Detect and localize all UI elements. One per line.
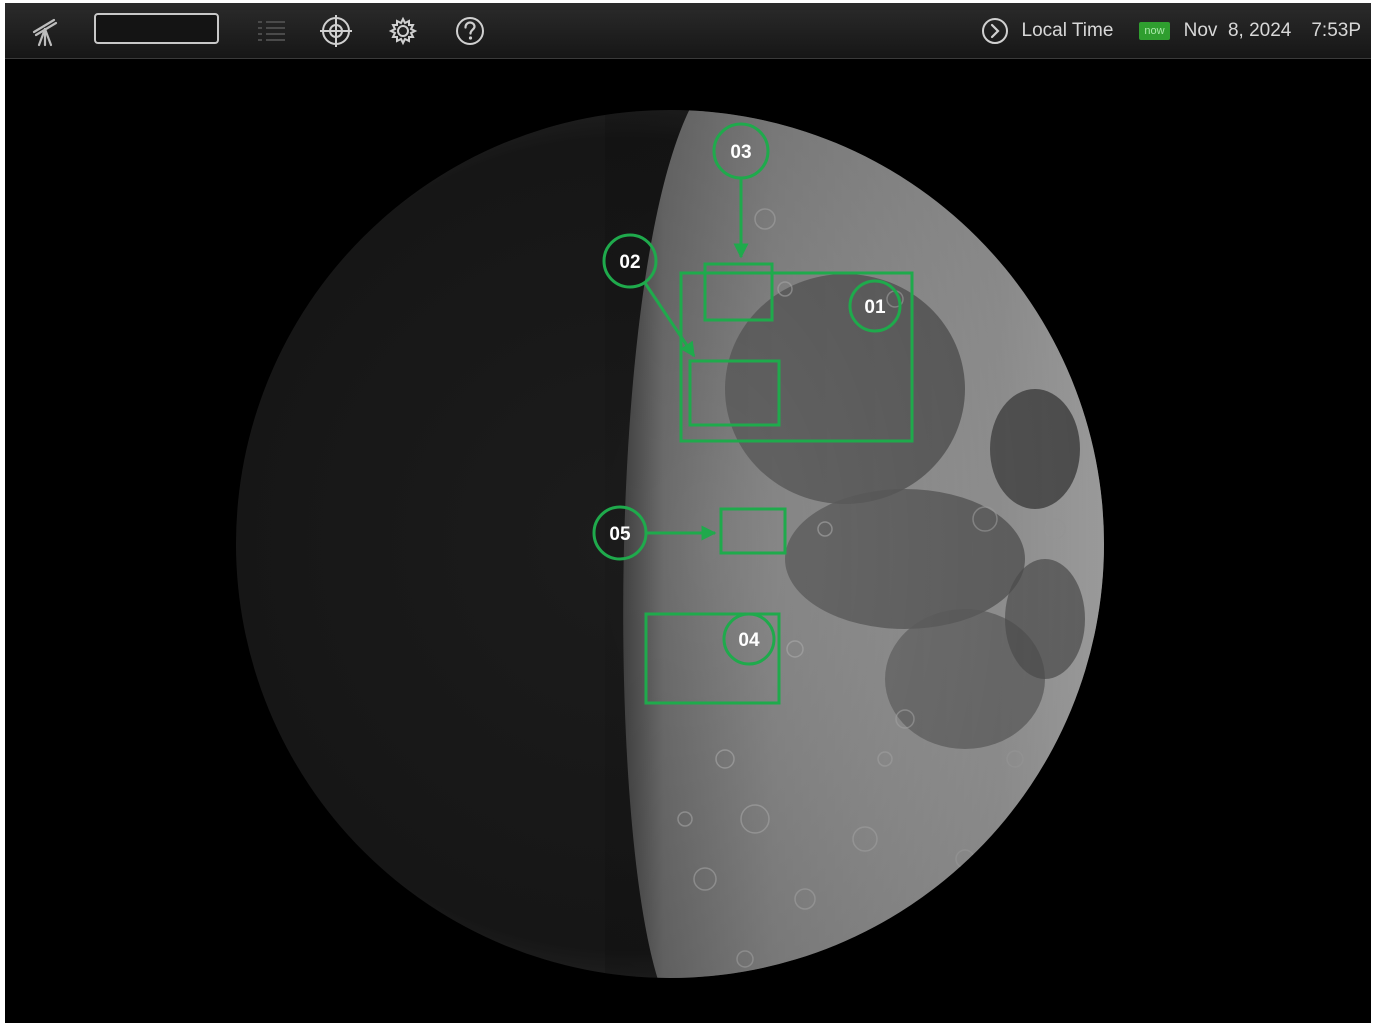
now-button[interactable]: now <box>1139 21 1170 40</box>
time-controls: Local Time now Nov 8, 2024 7:53P <box>980 3 1361 58</box>
search-input[interactable] <box>94 13 219 44</box>
toolbar: Local Time now Nov 8, 2024 7:53P <box>5 3 1371 59</box>
time-mode-icon[interactable] <box>980 16 1010 46</box>
list-icon[interactable] <box>253 13 289 49</box>
annotation-label-01: 01 <box>864 297 886 318</box>
app-window: Local Time now Nov 8, 2024 7:53P 01 02 0… <box>5 3 1371 1023</box>
time-mode-label[interactable]: Local Time <box>1022 20 1114 42</box>
annotation-label-02: 02 <box>619 252 640 273</box>
help-icon[interactable] <box>452 13 488 49</box>
time-display[interactable]: 7:53P <box>1311 20 1361 42</box>
annotation-label-03: 03 <box>730 142 751 163</box>
date-display[interactable]: Nov 8, 2024 <box>1184 20 1292 42</box>
sky-view[interactable]: 01 02 03 04 05 <box>5 59 1371 1023</box>
crosshair-icon[interactable] <box>318 13 354 49</box>
annotation-label-04: 04 <box>738 630 760 651</box>
moon[interactable] <box>236 99 1125 999</box>
telescope-icon[interactable] <box>25 11 65 51</box>
settings-icon[interactable] <box>385 13 421 49</box>
annotation-label-05: 05 <box>609 524 631 545</box>
